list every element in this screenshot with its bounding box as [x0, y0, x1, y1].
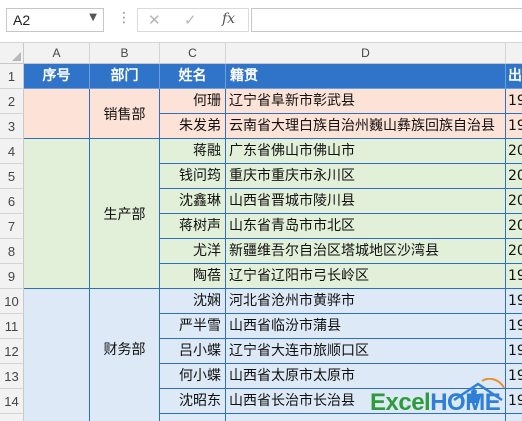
logo-text: ExcelHOME — [370, 389, 501, 417]
header-cell-native[interactable]: 籍贯 — [226, 64, 506, 89]
row-header[interactable]: 12 — [0, 339, 24, 364]
formula-bar: A2 ▼ ⋮ ✕ ✓ fx — [0, 0, 522, 43]
native-cell[interactable]: 云南省大理白族自治州巍山彝族回族自治县 — [226, 114, 506, 139]
partial-cell[interactable]: 20 — [506, 189, 522, 214]
header-cell-dept[interactable]: 部门 — [90, 64, 160, 89]
column-header-a[interactable]: A — [24, 43, 90, 64]
partial-cell[interactable]: 20 — [506, 239, 522, 264]
header-cell-partial[interactable]: 出 — [506, 64, 522, 89]
partial-cell[interactable]: 19 — [506, 114, 522, 139]
name-cell[interactable]: 钱问筠 — [160, 164, 226, 189]
logo-excel-text: Excel — [370, 389, 431, 416]
name-cell[interactable]: 朱发弟 — [160, 114, 226, 139]
native-cell[interactable]: 河北省沧州市黄骅市 — [226, 289, 506, 314]
partial-cell[interactable]: 19 — [506, 314, 522, 339]
row-header[interactable]: 11 — [0, 314, 24, 339]
row-header[interactable]: 5 — [0, 164, 24, 189]
row-header[interactable]: 14 — [0, 389, 24, 414]
native-cell[interactable]: 新疆维吾尔自治区塔城地区沙湾县 — [226, 239, 506, 264]
select-all-icon — [12, 52, 21, 61]
native-cell[interactable]: 辽宁省阜新市彰武县 — [226, 89, 506, 114]
name-cell[interactable]: 陶蓓 — [160, 264, 226, 289]
dept-cell-sales[interactable]: 销售部 — [90, 89, 160, 139]
partial-cell[interactable]: 19 — [506, 339, 522, 364]
native-cell[interactable]: 辽宁省辽阳市弓长岭区 — [226, 264, 506, 289]
column-header-b[interactable]: B — [90, 43, 160, 64]
name-box-value: A2 — [13, 12, 31, 28]
insert-function-icon[interactable]: fx — [222, 11, 235, 27]
native-cell[interactable]: 广东省佛山市佛山市 — [226, 139, 506, 164]
enter-icon[interactable]: ✓ — [184, 11, 197, 29]
partial-cell[interactable]: 20 — [506, 164, 522, 189]
row-header[interactable]: 10 — [0, 289, 24, 314]
column-header-d[interactable]: D — [226, 43, 506, 64]
row-header[interactable]: 9 — [0, 264, 24, 289]
name-cell[interactable]: 沈昭东 — [160, 389, 226, 414]
row-header[interactable]: 6 — [0, 189, 24, 214]
partial-cell[interactable]: 19 — [506, 289, 522, 314]
header-cell-seq[interactable]: 序号 — [24, 64, 90, 89]
row-header[interactable]: 13 — [0, 364, 24, 389]
formula-input[interactable] — [251, 8, 522, 32]
excelhome-logo: ExcelHOME — [366, 378, 522, 421]
column-header-e[interactable] — [506, 43, 522, 64]
logo-home-text: HOME — [430, 389, 501, 416]
seq-cell-sales[interactable] — [24, 89, 90, 139]
name-cell[interactable]: 吕小蝶 — [160, 339, 226, 364]
native-cell[interactable]: 山西省晋城市陵川县 — [226, 189, 506, 214]
row-header[interactable]: 7 — [0, 214, 24, 239]
row-header[interactable]: 4 — [0, 139, 24, 164]
seq-cell-production[interactable] — [24, 139, 90, 289]
native-cell[interactable]: 山西省临汾市蒲县 — [226, 314, 506, 339]
more-options-icon[interactable]: ⋮ — [117, 10, 131, 26]
row-header[interactable]: 2 — [0, 89, 24, 114]
name-cell[interactable]: 沈娴 — [160, 289, 226, 314]
native-cell[interactable]: 重庆市重庆市永川区 — [226, 164, 506, 189]
cancel-icon[interactable]: ✕ — [148, 11, 161, 29]
name-cell[interactable]: 严半雪 — [160, 314, 226, 339]
formula-controls: ✕ ✓ fx — [137, 8, 249, 32]
name-cell[interactable]: 蒋树声 — [160, 214, 226, 239]
name-cell[interactable]: 蒋融 — [160, 139, 226, 164]
partial-cell[interactable]: 19 — [506, 89, 522, 114]
partial-cell[interactable]: 20 — [506, 214, 522, 239]
name-cell[interactable] — [160, 414, 226, 421]
name-cell[interactable]: 何珊 — [160, 89, 226, 114]
chevron-down-icon[interactable]: ▼ — [89, 12, 97, 23]
name-cell[interactable]: 何小蝶 — [160, 364, 226, 389]
dept-label: 销售部 — [103, 106, 146, 123]
row-header[interactable]: 8 — [0, 239, 24, 264]
row-header[interactable]: 3 — [0, 114, 24, 139]
name-cell[interactable]: 尤洋 — [160, 239, 226, 264]
dept-cell-production[interactable]: 生产部 — [90, 139, 160, 289]
partial-cell[interactable]: 20 — [506, 139, 522, 164]
seq-cell-finance[interactable] — [24, 289, 90, 421]
row-header[interactable] — [0, 414, 24, 421]
row-header[interactable]: 1 — [0, 64, 24, 89]
native-cell[interactable]: 辽宁省大连市旅顺口区 — [226, 339, 506, 364]
name-cell[interactable]: 沈鑫琳 — [160, 189, 226, 214]
name-box[interactable]: A2 ▼ — [6, 8, 104, 32]
dept-cell-finance[interactable]: 财务部 — [90, 289, 160, 421]
select-all-corner[interactable] — [0, 43, 24, 64]
partial-cell[interactable]: 19 — [506, 264, 522, 289]
column-header-c[interactable]: C — [160, 43, 226, 64]
dept-label: 生产部 — [103, 206, 146, 223]
header-cell-name[interactable]: 姓名 — [160, 64, 226, 89]
dept-label: 财务部 — [103, 342, 146, 358]
native-cell[interactable]: 山东省青岛市市北区 — [226, 214, 506, 239]
